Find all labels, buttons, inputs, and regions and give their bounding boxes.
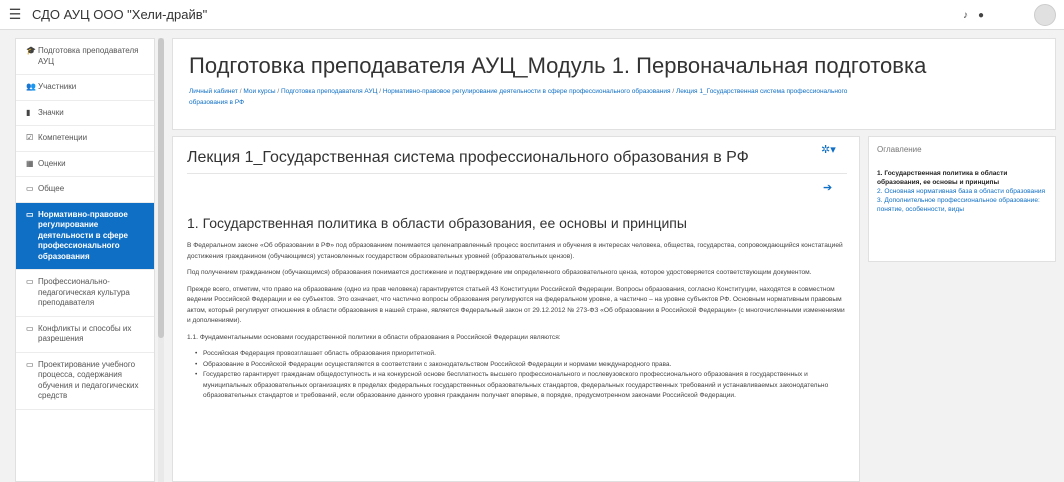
notification-bell-icon[interactable]: ♪ <box>963 10 968 21</box>
breadcrumb: Личный кабинет / Мои курсы / Подготовка … <box>189 86 869 108</box>
sidebar-scrollbar[interactable] <box>158 38 164 482</box>
section-heading: 1. Государственная политика в области об… <box>187 215 687 231</box>
breadcrumb-separator: / <box>239 88 242 95</box>
lesson-body: В Федеральном законе «Об образовании в Р… <box>187 241 847 402</box>
breadcrumb-separator: / <box>379 88 382 95</box>
user-avatar[interactable] <box>1034 4 1056 26</box>
sidebar-item-label: Профессионально-педагогическая культура … <box>38 277 130 307</box>
paragraph: Под получением гражданином (обучающимся)… <box>187 269 812 276</box>
bullet-list: Российская Федерация провозглашает облас… <box>187 349 847 402</box>
sidebar-scrollbar-thumb[interactable] <box>158 38 164 338</box>
sidebar-item-label: Компетенции <box>38 133 88 142</box>
folder-icon: ▭ <box>26 277 34 286</box>
list-item: Государство гарантирует гражданам общедо… <box>195 370 847 402</box>
toc-title: Оглавление <box>877 145 922 154</box>
lesson-title: Лекция 1_Государственная система професс… <box>187 149 749 166</box>
sidebar-item[interactable]: ▭ Профессионально-педагогическая культура… <box>16 270 154 317</box>
sidebar-item[interactable]: ▭ Нормативно-правовое регулирование деяте… <box>16 202 154 270</box>
sidebar-item[interactable]: ▦ Оценки <box>16 152 154 177</box>
grades-icon: ▦ <box>26 158 34 168</box>
course-title: Подготовка преподавателя АУЦ_Модуль 1. П… <box>189 53 927 78</box>
course-navigation-drawer: 🎓 Подготовка преподавателя АУЦ 👥 Участники ▮… <box>15 38 155 482</box>
table-of-contents: Оглавление 1. Государственная политика в… <box>868 136 1056 262</box>
graduation-cap-icon: 🎓 <box>26 46 36 55</box>
breadcrumb-link[interactable]: Подготовка преподавателя АУЦ <box>281 88 377 95</box>
folder-icon: ▭ <box>26 323 34 333</box>
breadcrumb-link[interactable]: Нормативно-правовое регулирование деятел… <box>383 88 671 95</box>
badge-icon: ▮ <box>26 107 31 117</box>
top-navbar: ☰ СДО АУЦ ООО "Хели-драйв" ♪ ● <box>0 0 1064 30</box>
sidebar-item[interactable]: 👥 Участники <box>16 75 154 101</box>
list-item: Образование в Российской Федерации осуще… <box>195 360 847 371</box>
paragraph: В Федеральном законе «Об образовании в Р… <box>187 242 843 260</box>
navbar-actions: ♪ ● <box>963 4 1056 26</box>
sidebar-item-label: Значки <box>38 107 64 117</box>
toc-link[interactable]: 3. Дополнительное профессиональное образ… <box>877 196 1053 214</box>
divider <box>187 173 847 174</box>
sidebar-item-label: Нормативно-правовое регулирование деятел… <box>38 209 128 261</box>
breadcrumb-separator: / <box>277 88 280 95</box>
paragraph: 1.1. Фундаментальными основами государст… <box>187 333 561 341</box>
sidebar-item-label: Проектирование учебного процесса, содерж… <box>38 359 139 401</box>
folder-icon: ▭ <box>26 184 34 193</box>
sidebar-item-label: Участники <box>38 82 77 91</box>
folder-icon: ▭ <box>26 359 34 369</box>
sidebar-item[interactable]: ▮ Значки <box>16 101 154 126</box>
sidebar-item[interactable]: ▭ Конфликты и способы их разрешения <box>16 317 154 353</box>
folder-icon: ▭ <box>26 209 34 219</box>
sidebar-item[interactable]: ▭ Общее <box>16 177 154 203</box>
breadcrumb-separator: / <box>672 88 675 95</box>
sidebar-item[interactable]: 🎓 Подготовка преподавателя АУЦ <box>16 39 154 75</box>
sidebar-item-label: Конфликты и способы их разрешения <box>38 323 132 344</box>
list-item: Российская Федерация провозглашает облас… <box>195 349 847 360</box>
hamburger-icon[interactable]: ☰ <box>0 6 30 23</box>
course-header: Подготовка преподавателя АУЦ_Модуль 1. П… <box>172 38 1056 130</box>
breadcrumb-link[interactable]: Личный кабинет <box>189 88 238 95</box>
toc-link[interactable]: 2. Основная нормативная база в области о… <box>877 187 1053 196</box>
users-icon: 👥 <box>26 82 36 91</box>
toc-list: 1. Государственная политика в области об… <box>877 169 1053 214</box>
lesson-content-card: Лекция 1_Государственная система професс… <box>172 136 860 482</box>
sidebar-item[interactable]: ☑ Компетенции <box>16 126 154 152</box>
sidebar-item-label: Оценки <box>38 158 66 168</box>
breadcrumb-link[interactable]: Мои курсы <box>243 88 275 95</box>
paragraph: Прежде всего, отметим, что право на обра… <box>187 285 845 325</box>
sidebar-item[interactable]: ▭ Проектирование учебного процесса, содер… <box>16 353 154 410</box>
arrow-right-icon[interactable]: ➔ <box>823 181 832 194</box>
gear-icon[interactable]: ✲▾ <box>821 143 836 156</box>
site-name[interactable]: СДО АУЦ ООО "Хели-драйв" <box>32 7 207 22</box>
messages-icon[interactable]: ● <box>978 10 984 21</box>
sidebar-item-label: Общее <box>38 184 65 193</box>
sidebar-item-label: Подготовка преподавателя АУЦ <box>38 46 139 66</box>
check-square-icon: ☑ <box>26 133 34 142</box>
toc-link: 1. Государственная политика в области об… <box>877 170 1008 186</box>
